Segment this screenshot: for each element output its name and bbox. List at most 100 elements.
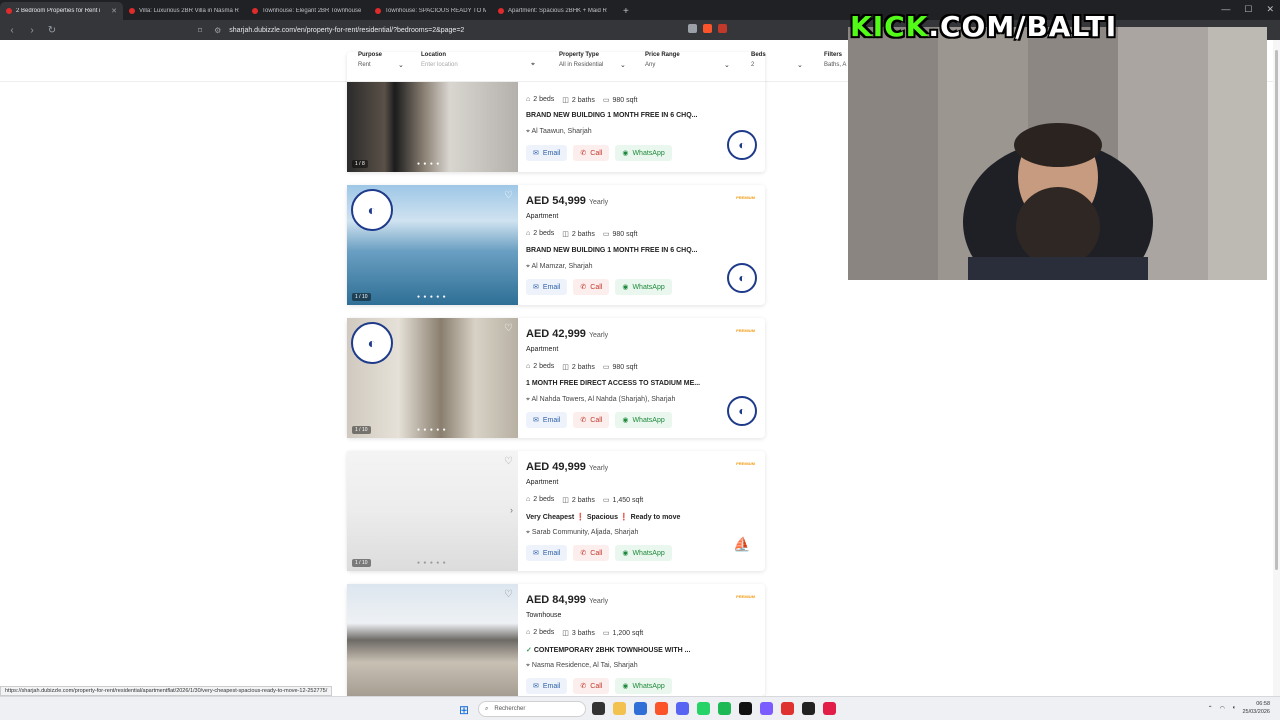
email-button[interactable]: ✉ Email [526,145,568,161]
site-favicon-icon [6,8,12,14]
property-type: Apartment [526,479,559,486]
bath-icon: ◫ [562,497,569,504]
tab-2[interactable]: Villa: Luxurious 2BR Villa in Nasma R [123,2,246,20]
translate-icon[interactable] [688,24,697,33]
page-scrollbar-thumb[interactable] [1275,50,1278,570]
favorite-heart-icon[interactable]: ♡ [504,456,513,467]
baths-count: ◫ 2 baths [562,231,595,238]
taskbar-search[interactable]: ⌕ Rechercher [478,701,586,717]
call-button[interactable]: ✆ Call [573,678,610,694]
listing-price: AED 84,999 Yearly [526,594,609,606]
clock[interactable]: 06:58 25/03/2026 [1242,700,1270,716]
beds-count: ⌂ 2 beds [526,230,555,237]
maximize-icon[interactable]: ☐ [1244,4,1252,15]
listing-title[interactable]: ✓ CONTEMPORARY 2BHK TOWNHOUSE WITH ... [526,646,690,654]
rewards-icon[interactable] [718,24,727,33]
premium-badge: PREMIUM [736,461,755,466]
listing-card[interactable]: ◐ ♡ 1 / 10 ● ● ● ● ● PREMIUM AED 54,999 Y… [347,185,765,305]
bed-icon: ⌂ [526,629,531,636]
app-icon[interactable] [739,702,752,715]
listing-card[interactable]: ♡ PREMIUM AED 84,999 Yearly Townhouse ⌂ 2 … [347,584,765,696]
email-button[interactable]: ✉ Email [526,412,568,428]
call-button[interactable]: ✆ Call [573,279,610,295]
agency-logo[interactable]: ⛵ [727,529,757,559]
new-tab-button[interactable]: + [615,6,637,20]
whatsapp-icon: ◉ [622,150,629,157]
brave-browser-icon[interactable] [655,702,668,715]
brave-shield-icon[interactable] [703,24,712,33]
file-explorer-icon[interactable] [613,702,626,715]
tab-1[interactable]: 2 Bedroom Properties for Rent i ✕ [0,2,123,20]
app-icon[interactable] [634,702,647,715]
webcam-overlay [848,27,1267,280]
email-button[interactable]: ✉ Email [526,678,568,694]
address-bar[interactable]: ⌑ ⚙ sharjah.dubizzle.com/en/property-for… [198,23,758,37]
contact-buttons: ✉ Email ✆ Call ◉ WhatsApp [526,678,672,694]
app-icon[interactable] [781,702,794,715]
notion-icon[interactable] [802,702,815,715]
discord-icon[interactable] [676,702,689,715]
listing-card[interactable]: ◐ ♡ 1 / 10 ● ● ● ● ● PREMIUM AED 42,999 Y… [347,318,765,438]
back-icon[interactable]: ‹ [4,25,20,36]
area-size: ▭ 980 sqft [602,97,638,104]
tab-4[interactable]: Townhouse: SPACIOUS READY TO M [369,2,492,20]
listing-location: ⌖ Nasma Residence, Al Tai, Sharjah [526,662,638,669]
spotify-icon[interactable] [718,702,731,715]
site-info-icon[interactable]: ⚙ [214,26,221,35]
bookmark-icon[interactable]: ⌑ [198,26,202,35]
whatsapp-button[interactable]: ◉ WhatsApp [615,545,672,561]
listing-photo[interactable]: ♡ [347,584,518,696]
close-tab-icon[interactable]: ✕ [111,7,117,15]
listing-title[interactable]: 1 MONTH FREE DIRECT ACCESS TO STADIUM ME… [526,380,700,387]
chevron-up-icon[interactable]: ⌃ [1208,705,1213,712]
listing-price: AED 54,999 Yearly [526,195,609,207]
call-button[interactable]: ✆ Call [573,412,610,428]
photo-dots: ● ● ● ● ● [417,560,447,566]
listing-specs: ⌂ 2 beds ◫ 2 baths ▭ 980 sqft [526,96,637,104]
listing-card[interactable]: ♡ › 1 / 10 ● ● ● ● ● PREMIUM AED 49,999 Y… [347,451,765,571]
beds-count: ⌂ 2 beds [526,363,555,370]
task-view-icon[interactable] [592,702,605,715]
listing-title[interactable]: BRAND NEW BUILDING 1 MONTH FREE IN 6 CHQ… [526,112,698,119]
listing-title[interactable]: Very Cheapest ❗ Spacious ❗ Ready to move [526,513,680,521]
email-button[interactable]: ✉ Email [526,279,568,295]
windows-taskbar: ⊞ ⌕ Rechercher ⌃ ◠ ◖ 06:58 25/03/2026 [0,696,1280,720]
photo-dots: ● ● ● ● ● [417,427,447,433]
listing-title[interactable]: BRAND NEW BUILDING 1 MONTH FREE IN 6 CHQ… [526,247,698,254]
tab-5[interactable]: Apartment: Spacious 2BHK + Maid R [492,2,615,20]
whatsapp-button[interactable]: ◉ WhatsApp [615,678,672,694]
app-icon[interactable] [823,702,836,715]
listing-card[interactable]: 1 / 8 ● ● ● ● ⌂ 2 beds ◫ 2 baths ▭ 980 sqft… [347,52,765,172]
tab-3[interactable]: Townhouse: Elegant 2BR Townhouse [246,2,369,20]
baths-count: ◫ 2 baths [562,364,595,371]
email-button[interactable]: ✉ Email [526,545,568,561]
agency-logo[interactable]: ◐ [727,396,757,426]
listing-photo[interactable]: ♡ › 1 / 10 ● ● ● ● ● [347,451,518,571]
call-button[interactable]: ✆ Call [573,145,610,161]
close-window-icon[interactable]: ✕ [1266,4,1274,15]
windows-start-icon[interactable]: ⊞ [459,703,469,717]
wifi-icon[interactable]: ◠ [1220,705,1225,712]
forward-icon[interactable]: › [24,25,40,36]
listing-photo[interactable]: ◐ ♡ 1 / 10 ● ● ● ● ● [347,185,518,305]
favorite-heart-icon[interactable]: ♡ [504,589,513,600]
reload-icon[interactable]: ↻ [44,25,60,36]
next-photo-icon[interactable]: › [510,505,513,515]
volume-icon[interactable]: ◖ [1232,705,1236,711]
whatsapp-icon: ◉ [622,417,629,424]
listing-photo[interactable]: 1 / 8 ● ● ● ● [347,82,518,172]
whatsapp-app-icon[interactable] [697,702,710,715]
app-icon[interactable] [760,702,773,715]
whatsapp-button[interactable]: ◉ WhatsApp [615,412,672,428]
favorite-heart-icon[interactable]: ♡ [504,190,513,201]
listing-photo[interactable]: ◐ ♡ 1 / 10 ● ● ● ● ● [347,318,518,438]
area-icon: ▭ [602,97,610,104]
agency-logo[interactable]: ◐ [727,130,757,160]
agency-logo[interactable]: ◐ [727,263,757,293]
whatsapp-button[interactable]: ◉ WhatsApp [615,279,672,295]
call-button[interactable]: ✆ Call [573,545,610,561]
phone-icon: ✆ [580,683,587,690]
whatsapp-button[interactable]: ◉ WhatsApp [615,145,672,161]
favorite-heart-icon[interactable]: ♡ [504,323,513,334]
minimize-icon[interactable]: — [1221,4,1230,15]
